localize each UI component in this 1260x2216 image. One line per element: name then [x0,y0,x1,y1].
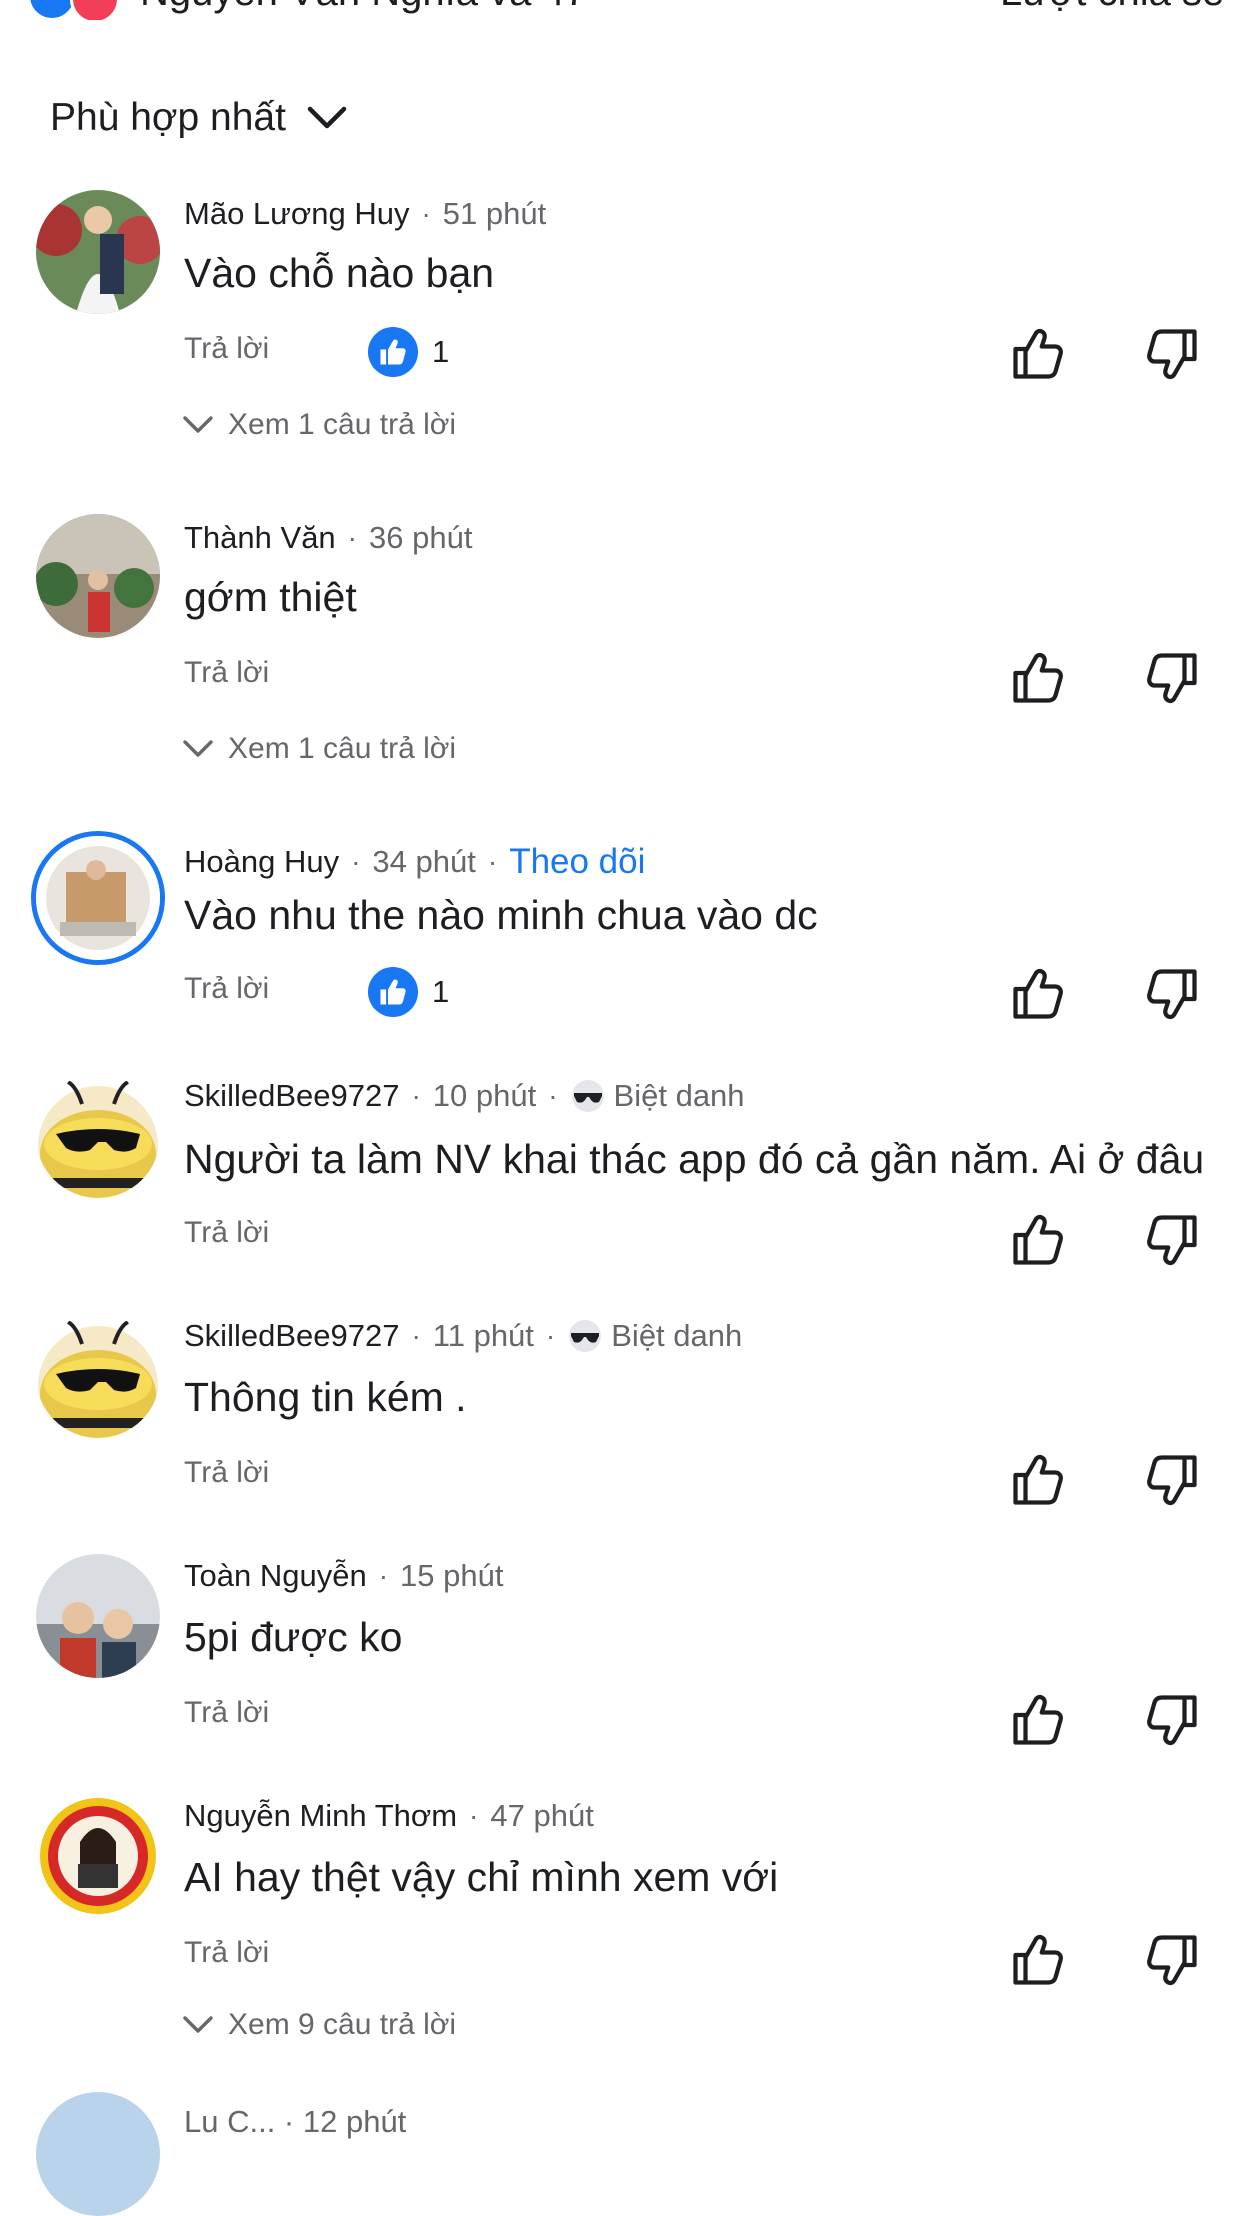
sunglasses-icon [570,1078,606,1114]
avatar[interactable] [36,1554,160,1678]
separator-dot: · [411,1080,421,1111]
separator-dot: · [469,1800,479,1831]
sunglasses-icon [567,1318,603,1354]
nickname-text: Biệt danh [613,1078,745,1113]
comment-time: 34 phút [372,844,476,879]
sort-label: Phù hợp nhất [50,96,286,139]
comment-time: 47 phút [490,1798,594,1833]
comment-time: 51 phút [442,196,547,231]
reply-button[interactable]: Trả lời [184,972,269,1006]
like-reaction-icon [368,327,418,377]
reply-button[interactable]: Trả lời [184,1696,269,1730]
comment-text: Người ta làm NV khai thác app đó cả gần … [184,1136,1205,1182]
sort-dropdown[interactable]: Phù hợp nhất [50,96,348,140]
shares-text[interactable]: Lượt chia sẻ [1000,0,1224,15]
separator-dot: · [347,522,357,553]
like-count-badge[interactable]: 1 [368,967,449,1017]
thumbs-up-icon[interactable] [1008,964,1068,1024]
comment-meta: SkilledBee9727 · 11 phút · Biệt danh [184,1318,742,1354]
comment-text: Thông tin kém . [184,1374,467,1420]
reply-button[interactable]: Trả lời [184,1216,269,1250]
commenter-name[interactable]: Thành Văn [184,520,336,556]
avatar[interactable] [36,514,160,638]
view-replies-link[interactable]: Xem 1 câu trả lời [182,732,456,766]
comment-text: AI hay thệt vậy chỉ mình xem với [184,1854,779,1900]
comment-meta: Hoàng Huy · 34 phút · Theo dõi [184,842,645,882]
thumbs-down-icon[interactable] [1142,1210,1202,1270]
avatar[interactable] [36,1074,160,1198]
view-replies-label: Xem 1 câu trả lời [228,732,457,765]
view-replies-link[interactable]: Xem 9 câu trả lời [182,2008,456,2042]
chevron-down-icon [182,738,214,760]
comment-meta: Nguyễn Minh Thơm · 47 phút [184,1798,594,1834]
chevron-down-icon [307,106,347,129]
thumbs-up-icon[interactable] [1008,1210,1068,1270]
avatar[interactable] [36,2092,160,2216]
comment-text: gớm thiệt [184,574,357,620]
comment-time: 15 phút [400,1558,504,1593]
separator-dot: · [545,1320,556,1351]
thumbs-down-icon[interactable] [1142,1450,1202,1510]
thumbs-up-icon[interactable] [1008,1930,1068,1990]
reply-button[interactable]: Trả lời [184,332,269,366]
comment-time: 11 phút [432,1318,534,1353]
separator-dot: · [487,846,498,877]
view-replies-link[interactable]: Xem 1 câu trả lời [182,408,456,442]
comment-meta: Toàn Nguyễn · 15 phút [184,1558,503,1594]
thumbs-down-icon[interactable] [1142,964,1202,1024]
thumbs-up-icon[interactable] [1008,1690,1068,1750]
separator-dot: · [378,1560,389,1591]
top-reactions-bar[interactable]: Nguyễn Văn Nghĩa và 47 Lượt chia sẻ [0,0,1260,20]
commenter-name[interactable]: Hoàng Huy [184,844,339,880]
commenter-name[interactable]: Mão Lương Huy [184,196,409,232]
avatar[interactable] [36,1794,160,1918]
reply-button[interactable]: Trả lời [184,656,269,690]
reply-button[interactable]: Trả lời [184,1456,269,1490]
separator-dot: · [548,1080,558,1111]
commenter-name[interactable]: SkilledBee9727 [184,1318,399,1354]
comment-text: Vào nhu the nào minh chua vào dc [184,892,818,938]
thumbs-down-icon[interactable] [1142,1690,1202,1750]
thumbs-down-icon[interactable] [1142,648,1202,708]
love-reaction-icon [70,0,120,20]
chevron-down-icon [182,414,214,436]
comment-time: 10 phút [432,1078,537,1113]
reactors-text[interactable]: Nguyễn Văn Nghĩa và 47 [140,0,587,15]
thumbs-down-icon[interactable] [1142,324,1202,384]
avatar[interactable] [36,836,160,960]
nickname-label: Biệt danh [570,1078,745,1114]
avatar[interactable] [36,190,160,314]
avatar[interactable] [36,1314,160,1438]
commenter-name[interactable]: Toàn Nguyễn [184,1558,367,1594]
thumbs-down-icon[interactable] [1142,1930,1202,1990]
commenter-name[interactable]: SkilledBee9727 [184,1078,399,1114]
follow-button[interactable]: Theo dõi [509,842,645,882]
like-count-badge[interactable]: 1 [368,327,449,377]
separator-dot: · [421,198,431,229]
thumbs-up-icon[interactable] [1008,648,1068,708]
comment-meta: Thành Văn · 36 phút [184,520,472,556]
like-count: 1 [432,974,450,1009]
partial-comment-meta[interactable]: Lu C... · 12 phút [184,2104,406,2140]
comment-time: 36 phút [369,520,473,555]
view-replies-label: Xem 9 câu trả lời [228,2008,457,2041]
nickname-label: Biệt danh [567,1318,742,1354]
thumbs-up-icon[interactable] [1008,324,1068,384]
view-replies-label: Xem 1 câu trả lời [228,408,457,441]
comment-text: 5pi được ko [184,1614,403,1660]
comment-meta: SkilledBee9727 · 10 phút · Biệt danh [184,1078,745,1114]
like-reaction-icon [30,0,74,18]
chevron-down-icon [182,2014,214,2036]
like-reaction-icon [368,967,418,1017]
reply-button[interactable]: Trả lời [184,1936,269,1970]
thumbs-up-icon[interactable] [1008,1450,1068,1510]
commenter-name[interactable]: Nguyễn Minh Thơm [184,1798,457,1834]
comment-meta: Mão Lương Huy · 51 phút [184,196,546,232]
like-count: 1 [432,334,450,369]
comment-text: Vào chỗ nào bạn [184,250,495,296]
separator-dot: · [411,1320,421,1351]
nickname-text: Biệt danh [611,1318,743,1353]
separator-dot: · [351,846,361,877]
